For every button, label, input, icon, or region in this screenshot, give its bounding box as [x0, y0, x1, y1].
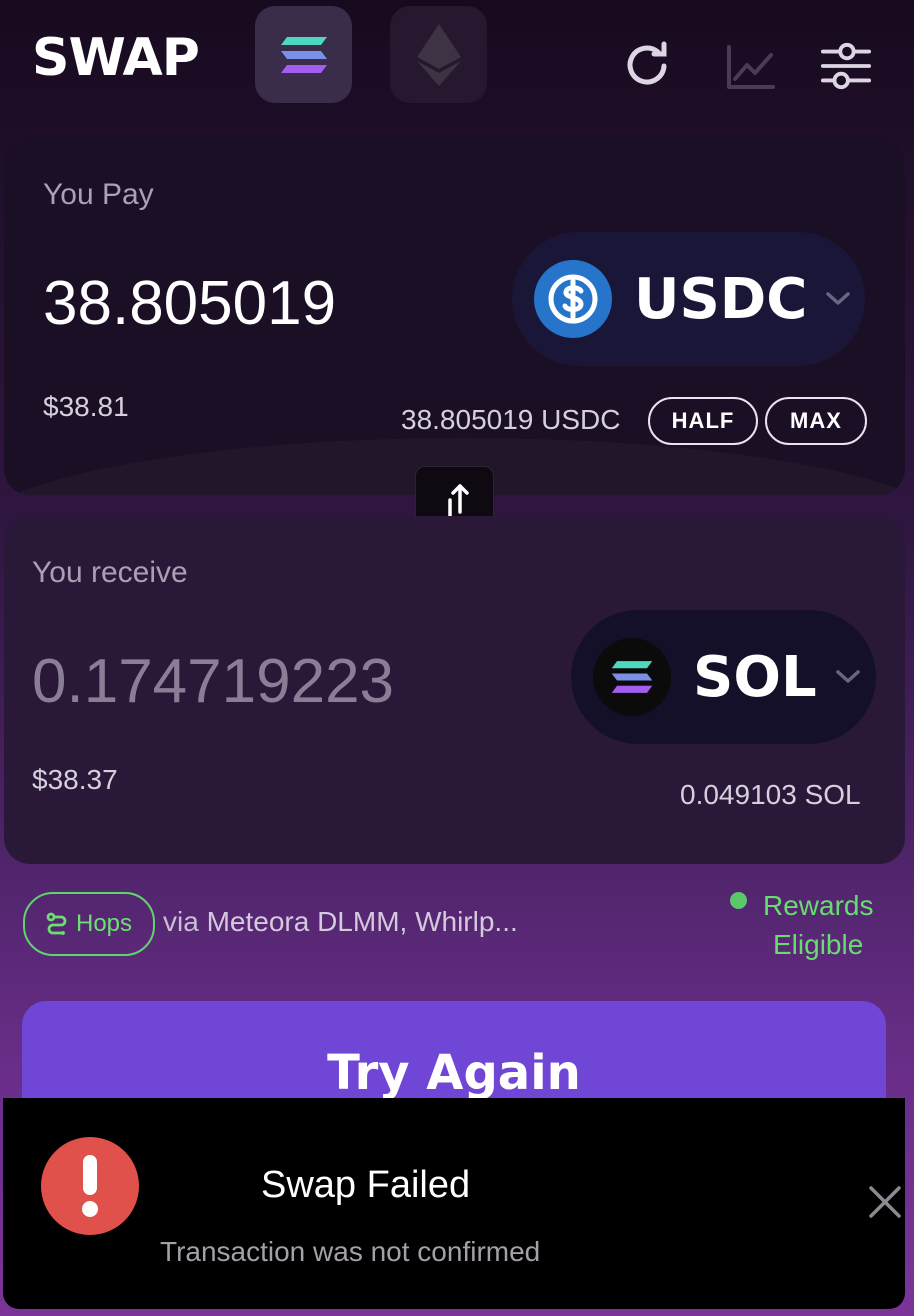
chart-icon[interactable]	[724, 42, 776, 94]
close-icon[interactable]	[865, 1182, 907, 1224]
toast-message: Transaction was not confirmed	[160, 1236, 541, 1267]
error-toast: Swap Failed Transaction was not confirme…	[3, 1098, 905, 1309]
receive-balance: 0.049103 SOL	[680, 779, 861, 810]
pay-label: You Pay	[43, 178, 154, 211]
route-icon	[46, 912, 67, 935]
pay-token-selector[interactable]: USDC	[512, 232, 865, 366]
refresh-icon[interactable]	[622, 40, 674, 92]
chevron-down-icon	[835, 670, 860, 683]
pay-token-symbol: USDC	[634, 266, 808, 332]
route-description: via Meteora DLMM, Whirlp...	[163, 906, 518, 938]
solana-logo-icon	[280, 36, 327, 73]
half-button[interactable]: HALF	[648, 397, 758, 445]
receive-card: You receive 0.174719223 $38.37 SOL 0.049…	[4, 516, 905, 864]
receive-token-symbol: SOL	[693, 644, 817, 710]
pay-usd-value: $38.81	[43, 391, 129, 422]
app-header: SWAP	[0, 0, 914, 130]
hops-button[interactable]: Hops	[23, 892, 155, 956]
chevron-down-icon	[826, 292, 851, 305]
rewards-line-1: Rewards	[763, 890, 874, 921]
receive-usd-value: $38.37	[32, 764, 118, 795]
settings-sliders-icon[interactable]	[820, 40, 872, 92]
receive-amount: 0.174719223	[32, 647, 395, 716]
toast-title: Swap Failed	[261, 1164, 471, 1206]
error-icon	[41, 1137, 139, 1235]
ethereum-logo-icon	[416, 23, 461, 86]
hops-label: Hops	[75, 910, 133, 937]
pay-amount-input[interactable]: 38.805019	[43, 268, 336, 339]
ethereum-chain-button[interactable]	[390, 6, 487, 103]
receive-token-selector[interactable]: SOL	[571, 610, 876, 744]
pay-card: You Pay 38.805019 $38.81 USDC 38.805019 …	[4, 138, 905, 495]
solana-chain-button[interactable]	[255, 6, 352, 103]
route-dexes: Meteora DLMM, Whirlp...	[206, 906, 518, 937]
rewards-line-2: Eligible	[773, 929, 864, 960]
pay-balance: 38.805019 USDC	[401, 404, 621, 435]
swap-logo: SWAP	[32, 28, 200, 88]
usdc-icon	[534, 260, 612, 338]
sol-icon	[593, 638, 671, 716]
try-again-label: Try Again	[327, 1045, 581, 1101]
receive-label: You receive	[32, 556, 188, 589]
via-prefix: via	[163, 906, 199, 937]
max-button[interactable]: MAX	[765, 397, 867, 445]
check-circle-icon	[730, 892, 747, 909]
